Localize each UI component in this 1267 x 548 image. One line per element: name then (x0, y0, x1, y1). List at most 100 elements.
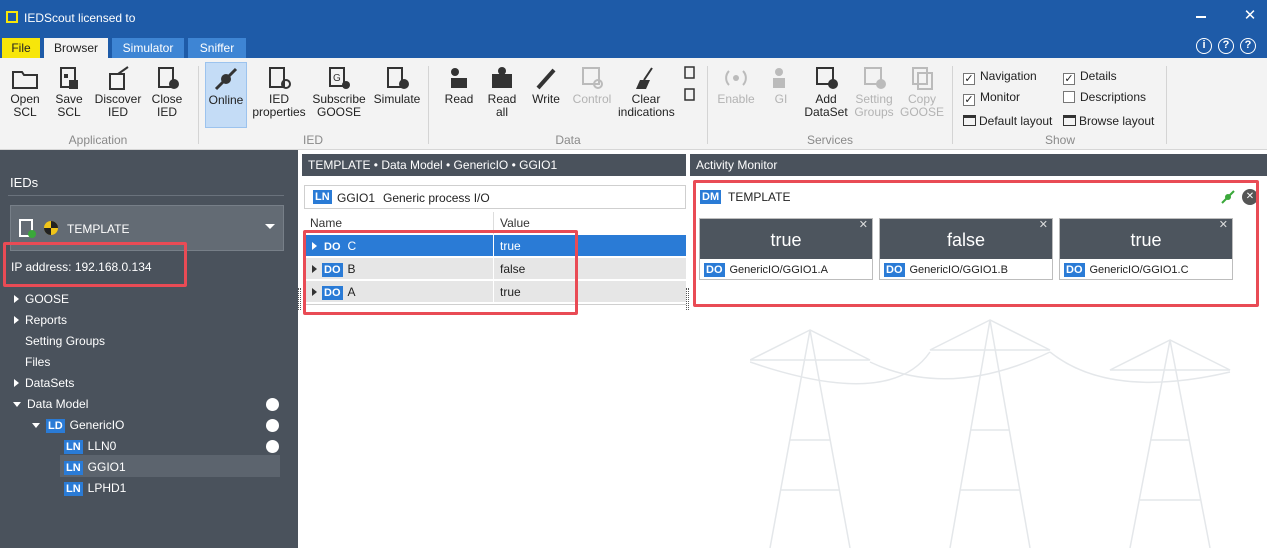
details-panel (298, 150, 688, 548)
ln-badge: LN (64, 482, 83, 496)
tree-item-files[interactable]: Files (25, 355, 50, 369)
goose-icon: G (329, 67, 350, 89)
minimize-icon[interactable] (1196, 16, 1206, 18)
svg-text:G: G (333, 73, 341, 84)
broom-icon (636, 67, 653, 89)
chevron-down-icon[interactable] (32, 423, 40, 428)
enable-button[interactable]: Enable (716, 66, 756, 106)
tree-item-ggio1[interactable]: LN GGIO1 (64, 460, 126, 475)
highlight-box-monitor (693, 180, 1259, 307)
descriptions-checkbox[interactable]: Descriptions (1063, 90, 1146, 104)
chevron-down-icon[interactable] (13, 402, 21, 407)
breadcrumb: TEMPLATE • Data Model • GenericIO • GGIO… (302, 154, 686, 176)
data-model-icon (266, 419, 279, 432)
copy-goose-button[interactable]: Copy GOOSE (900, 66, 944, 119)
save-scl-button[interactable]: Save SCL (50, 66, 88, 119)
broadcast-icon (725, 70, 747, 86)
tree-item-datasets[interactable]: DataSets (14, 376, 74, 390)
tree-item-genericio[interactable]: LD GenericIO (32, 418, 124, 433)
default-layout-button[interactable]: Default layout (963, 114, 1052, 128)
layout-icon (963, 115, 976, 126)
splitter-handle[interactable] (686, 288, 689, 310)
help-icon[interactable]: ? (1240, 38, 1256, 54)
group-show: Show (1044, 133, 1076, 147)
open-scl-button[interactable]: Open SCL (6, 66, 44, 119)
navigation-checkbox[interactable]: ✓ Navigation (963, 69, 1037, 85)
add-dataset-button[interactable]: Add DataSet (804, 66, 848, 119)
gi-button[interactable]: GI (762, 66, 800, 106)
ln-name: GGIO1 (337, 191, 376, 205)
control-button[interactable]: Control (569, 66, 615, 106)
checkbox-unchecked-icon (1063, 91, 1075, 103)
import-icon[interactable] (682, 88, 698, 105)
ied-properties-button[interactable]: IED properties (250, 66, 308, 119)
ln-badge: LN (64, 461, 83, 475)
export-icon[interactable] (682, 66, 698, 83)
subscribe-goose-button[interactable]: G Subscribe GOOSE (312, 66, 366, 119)
data-model-icon (266, 440, 279, 453)
add-dataset-icon (816, 67, 838, 89)
save-icon (60, 67, 78, 89)
write-button[interactable]: Write (527, 66, 565, 106)
ln-badge: LN (313, 190, 332, 204)
read-button[interactable]: Read (440, 66, 478, 106)
divider (8, 195, 284, 196)
chevron-right-icon[interactable] (14, 379, 19, 387)
setting-groups-button[interactable]: Setting Groups (850, 66, 898, 119)
tab-sniffer[interactable]: Sniffer (188, 38, 246, 58)
read-icon (451, 68, 467, 88)
simulate-icon (387, 67, 409, 89)
read-all-icon (492, 67, 512, 88)
feedback-icon[interactable]: ? (1218, 38, 1234, 54)
checkbox-checked-icon: ✓ (1063, 73, 1075, 85)
group-services: Services (806, 133, 853, 147)
online-button[interactable]: Online (205, 62, 247, 128)
read-all-button[interactable]: Read all (482, 66, 522, 119)
copy-goose-icon (912, 67, 933, 90)
discover-ied-button[interactable]: Discover IED (92, 66, 144, 119)
panel-header: IEDs (10, 175, 39, 190)
discover-icon (109, 66, 129, 90)
logical-node-header: LN GGIO1 Generic process I/O (304, 185, 686, 209)
tree-item-goose[interactable]: GOOSE (14, 292, 69, 306)
ld-badge: LD (46, 419, 65, 433)
browse-layout-button[interactable]: Browse layout (1063, 114, 1154, 128)
info-icon[interactable]: i (1196, 38, 1212, 54)
export-icon (684, 66, 695, 79)
folder-icon (12, 71, 38, 89)
chevron-right-icon[interactable] (14, 316, 19, 324)
checkbox-checked-icon: ✓ (963, 94, 975, 106)
divider (1166, 66, 1167, 144)
setting-groups-icon (864, 67, 886, 89)
clear-indications-button[interactable]: Clear indications (618, 66, 675, 119)
tree-item-reports[interactable]: Reports (14, 313, 67, 327)
divider (707, 66, 708, 144)
simulate-button[interactable]: Simulate (370, 66, 424, 106)
tab-browser[interactable]: Browser (44, 38, 108, 58)
tree-item-lln0[interactable]: LN LLN0 (64, 439, 116, 454)
tab-file[interactable]: File (2, 38, 40, 58)
plug-icon (214, 67, 238, 91)
group-ied: IED (302, 133, 323, 147)
monitor-checkbox[interactable]: ✓ Monitor (963, 90, 1020, 106)
pencil-icon (536, 68, 556, 90)
app-icon (6, 11, 18, 23)
ln-badge: LN (64, 440, 83, 454)
layout-icon (1063, 115, 1076, 126)
highlight-box-values (303, 230, 578, 315)
close-ied-button[interactable]: Close IED (148, 66, 186, 119)
tab-simulator[interactable]: Simulator (112, 38, 184, 58)
divider (952, 66, 953, 144)
divider (428, 66, 429, 144)
chevron-down-icon[interactable] (265, 224, 275, 229)
chevron-right-icon[interactable] (14, 295, 19, 303)
tree-item-lphd1[interactable]: LN LPHD1 (64, 481, 126, 496)
ied-device-icon (19, 219, 36, 238)
ln-description: Generic process I/O (383, 191, 490, 205)
splitter-handle[interactable] (298, 288, 301, 310)
control-icon (582, 67, 603, 89)
details-checkbox[interactable]: ✓ Details (1063, 69, 1117, 85)
tree-item-setting-groups[interactable]: Setting Groups (25, 334, 105, 348)
tree-item-data-model[interactable]: Data Model (13, 397, 88, 411)
close-icon[interactable]: ✕ (1240, 6, 1260, 26)
